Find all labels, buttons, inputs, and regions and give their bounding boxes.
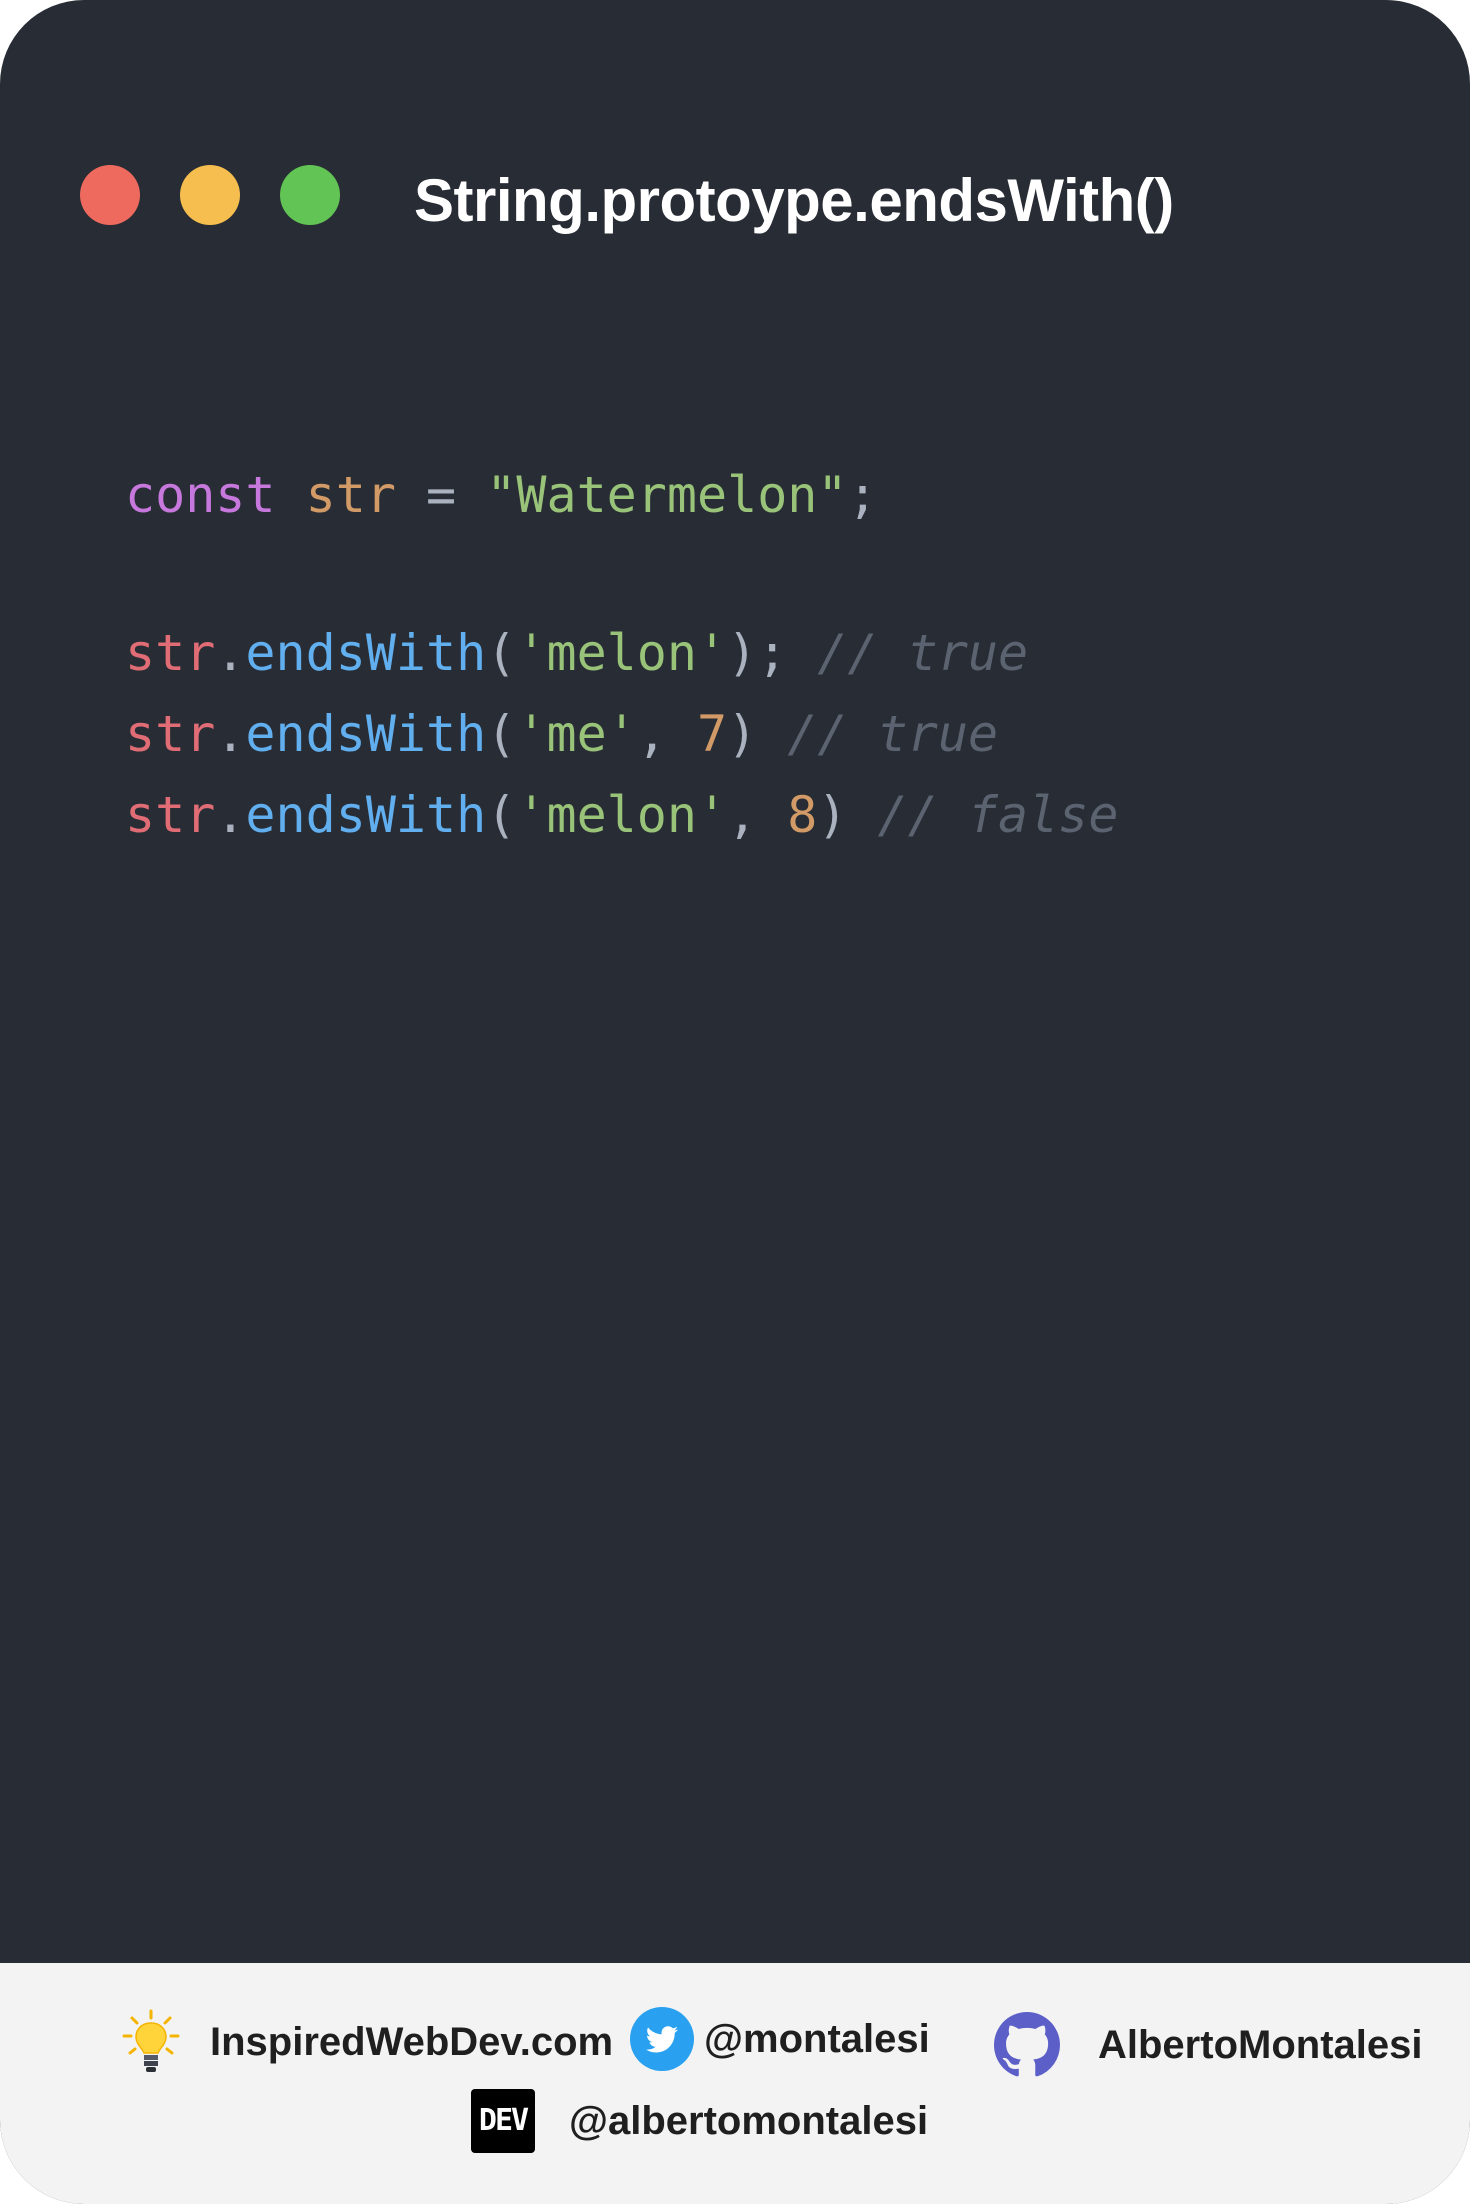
window-titlebar: String.protoype.endsWith() (0, 0, 1470, 340)
dev-icon: DEV (471, 2089, 535, 2153)
footer (0, 1963, 1470, 2204)
method-token: endsWith (245, 624, 487, 682)
string-token: 'me' (516, 705, 637, 763)
twitter-icon (630, 2007, 694, 2071)
code-line-1: const str = "Watermelon"; (125, 455, 1118, 536)
dev-link[interactable]: DEV @albertomontalesi (471, 2086, 928, 2156)
punctuation-token: ); (727, 624, 788, 682)
website-link-label: InspiredWebDev.com (210, 2019, 614, 2064)
number-token: 8 (787, 786, 818, 844)
method-token: endsWith (245, 786, 487, 844)
object-token: str (125, 705, 216, 763)
punctuation-token: ) (727, 705, 758, 763)
maximize-window-button[interactable] (280, 165, 340, 225)
website-link[interactable]: InspiredWebDev.com (120, 2007, 613, 2077)
object-token: str (125, 786, 216, 844)
comment-token: // true (787, 705, 999, 763)
lightbulb-icon (120, 2009, 182, 2075)
dev-link-label: @albertomontalesi (569, 2098, 929, 2143)
operator-token: = (426, 466, 457, 524)
comment-token: // false (877, 786, 1119, 844)
window-title: String.protoype.endsWith() (414, 167, 1174, 234)
punctuation-token: . (215, 624, 246, 682)
punctuation-token: , (636, 705, 667, 763)
string-token: 'melon' (516, 786, 728, 844)
number-token: 7 (697, 705, 728, 763)
twitter-link-label: @montalesi (704, 2016, 930, 2061)
punctuation-token: ( (486, 705, 517, 763)
comment-token: // true (817, 624, 1029, 682)
punctuation-token: ( (486, 624, 517, 682)
string-token: 'melon' (516, 624, 728, 682)
twitter-link[interactable]: @montalesi (630, 2004, 930, 2074)
object-token: str (125, 624, 216, 682)
punctuation-token: ( (486, 786, 517, 844)
variable-token: str (305, 466, 396, 524)
github-link-label: AlbertoMontalesi (1098, 2022, 1423, 2067)
keyword-token: const (125, 466, 276, 524)
code-card: String.protoype.endsWith() const str = "… (0, 0, 1470, 2204)
minimize-window-button[interactable] (180, 165, 240, 225)
punctuation-token: ; (847, 466, 878, 524)
close-window-button[interactable] (80, 165, 140, 225)
code-line-2: str.endsWith('melon'); // true (125, 613, 1118, 694)
github-icon (994, 2012, 1060, 2078)
string-token: "Watermelon" (486, 466, 848, 524)
punctuation-token: . (215, 705, 246, 763)
code-line-4: str.endsWith('melon', 8) // false (125, 775, 1118, 856)
code-block: const str = "Watermelon"; str.endsWith('… (125, 455, 1118, 856)
code-line-3: str.endsWith('me', 7) // true (125, 694, 1118, 775)
punctuation-token: ) (817, 786, 848, 844)
punctuation-token: , (727, 786, 758, 844)
punctuation-token: . (215, 786, 246, 844)
github-link[interactable]: AlbertoMontalesi (994, 2010, 1422, 2080)
method-token: endsWith (245, 705, 487, 763)
